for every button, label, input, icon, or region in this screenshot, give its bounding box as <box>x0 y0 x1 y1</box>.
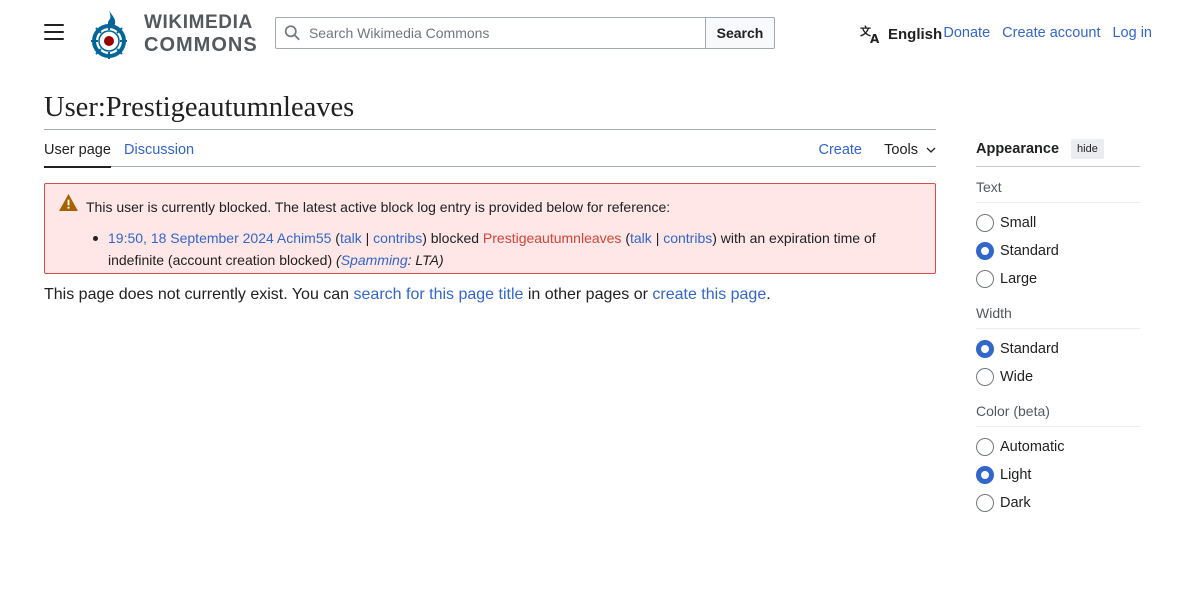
bullet <box>93 236 98 241</box>
text-size-label: Text <box>976 179 1002 195</box>
not-exist-text: This page does not currently exist. You … <box>44 286 354 303</box>
create-account-link[interactable]: Create account <box>1002 25 1100 41</box>
block-action-text: ) blocked <box>422 230 483 246</box>
page-title: User:Prestigeautumnleaves <box>44 92 355 123</box>
search-button[interactable]: Search <box>705 17 775 49</box>
blocked-talk-link[interactable]: talk <box>630 230 652 246</box>
radio-large[interactable] <box>976 270 994 288</box>
text-size-option[interactable]: Large <box>976 265 1140 293</box>
separator: | <box>655 230 660 246</box>
block-notice-message: This user is currently blocked. The late… <box>86 199 671 215</box>
option-label: Light <box>1000 467 1032 483</box>
radio-small[interactable] <box>976 214 994 232</box>
block-log-entry: 19:50, 18 September 2024 Achim55 (talk |… <box>93 227 908 271</box>
admin-contribs-link[interactable]: contribs <box>373 230 422 246</box>
radio-wide[interactable] <box>976 368 994 386</box>
language-label: English <box>888 25 943 43</box>
hide-appearance-button[interactable]: hide <box>1071 139 1104 159</box>
language-selector[interactable]: 文 A English <box>860 24 942 44</box>
radio-automatic[interactable] <box>976 438 994 456</box>
width-option[interactable]: Wide <box>976 363 1140 391</box>
radio-dark[interactable] <box>976 494 994 512</box>
option-label: Standard <box>1000 341 1059 357</box>
color-option[interactable]: Automatic <box>976 433 1140 461</box>
admin-talk-link[interactable]: talk <box>340 230 362 246</box>
option-label: Large <box>1000 271 1038 287</box>
language-icon: 文 A <box>860 24 880 44</box>
color-label: Color (beta) <box>976 403 1050 419</box>
reason-rest: : LTA) <box>407 252 444 268</box>
search-box <box>275 17 705 49</box>
admin-user-link[interactable]: Achim55 <box>277 230 331 246</box>
user-links: Donate Create account Log in <box>937 25 1152 41</box>
option-label: Automatic <box>1000 439 1065 455</box>
tab-user-page[interactable]: User page <box>44 142 111 168</box>
radio-standard-text[interactable] <box>976 242 994 260</box>
logo-text-commons: COMMONS <box>144 34 258 56</box>
text-size-option[interactable]: Standard <box>976 237 1140 265</box>
search-form: Search <box>275 17 775 49</box>
commons-logo-icon <box>91 10 127 59</box>
wikimedia-commons-logo[interactable]: WIKIMEDIA COMMONS <box>88 8 263 60</box>
tab-discussion[interactable]: Discussion <box>124 142 194 158</box>
appearance-panel: Appearance hide Text Small Standard Larg… <box>976 138 1140 517</box>
width-label: Width <box>976 305 1012 321</box>
blocked-contribs-link[interactable]: contribs <box>663 230 712 246</box>
chevron-down-icon <box>926 147 936 153</box>
search-page-title-link[interactable]: search for this page title <box>354 286 524 303</box>
logo-text-wikimedia: WIKIMEDIA <box>144 12 253 33</box>
separator: | <box>365 230 370 246</box>
spamming-link[interactable]: Spamming <box>341 252 408 268</box>
tab-create[interactable]: Create <box>818 142 862 158</box>
main-menu-button[interactable] <box>44 24 64 42</box>
search-input[interactable] <box>308 25 705 41</box>
tools-menu[interactable]: Tools <box>884 142 936 158</box>
color-option[interactable]: Light <box>976 461 1140 489</box>
page-not-exist-notice: This page does not currently exist. You … <box>44 286 771 304</box>
not-exist-text-2: in other pages or <box>523 286 653 303</box>
option-label: Small <box>1000 215 1037 231</box>
block-notice: This user is currently blocked. The late… <box>44 183 936 274</box>
tools-label: Tools <box>884 142 918 158</box>
donate-link[interactable]: Donate <box>943 25 990 41</box>
log-in-link[interactable]: Log in <box>1112 25 1152 41</box>
appearance-divider <box>976 166 1140 167</box>
svg-text:A: A <box>870 32 880 44</box>
search-icon <box>284 25 300 41</box>
option-label: Wide <box>1000 369 1034 385</box>
width-option[interactable]: Standard <box>976 335 1140 363</box>
create-page-link[interactable]: create this page <box>652 286 766 303</box>
warning-icon <box>59 194 78 211</box>
not-exist-period: . <box>766 286 771 303</box>
block-timestamp-link[interactable]: 19:50, 18 September 2024 <box>108 230 274 246</box>
page-tabs: User page Discussion Create Tools <box>44 130 936 168</box>
option-label: Dark <box>1000 495 1031 511</box>
radio-light[interactable] <box>976 466 994 484</box>
color-option[interactable]: Dark <box>976 489 1140 517</box>
appearance-title: Appearance <box>976 141 1060 157</box>
block-reason: (Spamming: LTA) <box>336 252 444 268</box>
blocked-user-link[interactable]: Prestigeautumnleaves <box>483 230 622 246</box>
hamburger-icon <box>44 24 64 26</box>
radio-standard-width[interactable] <box>976 340 994 358</box>
text-size-option[interactable]: Small <box>976 209 1140 237</box>
option-label: Standard <box>1000 243 1059 259</box>
